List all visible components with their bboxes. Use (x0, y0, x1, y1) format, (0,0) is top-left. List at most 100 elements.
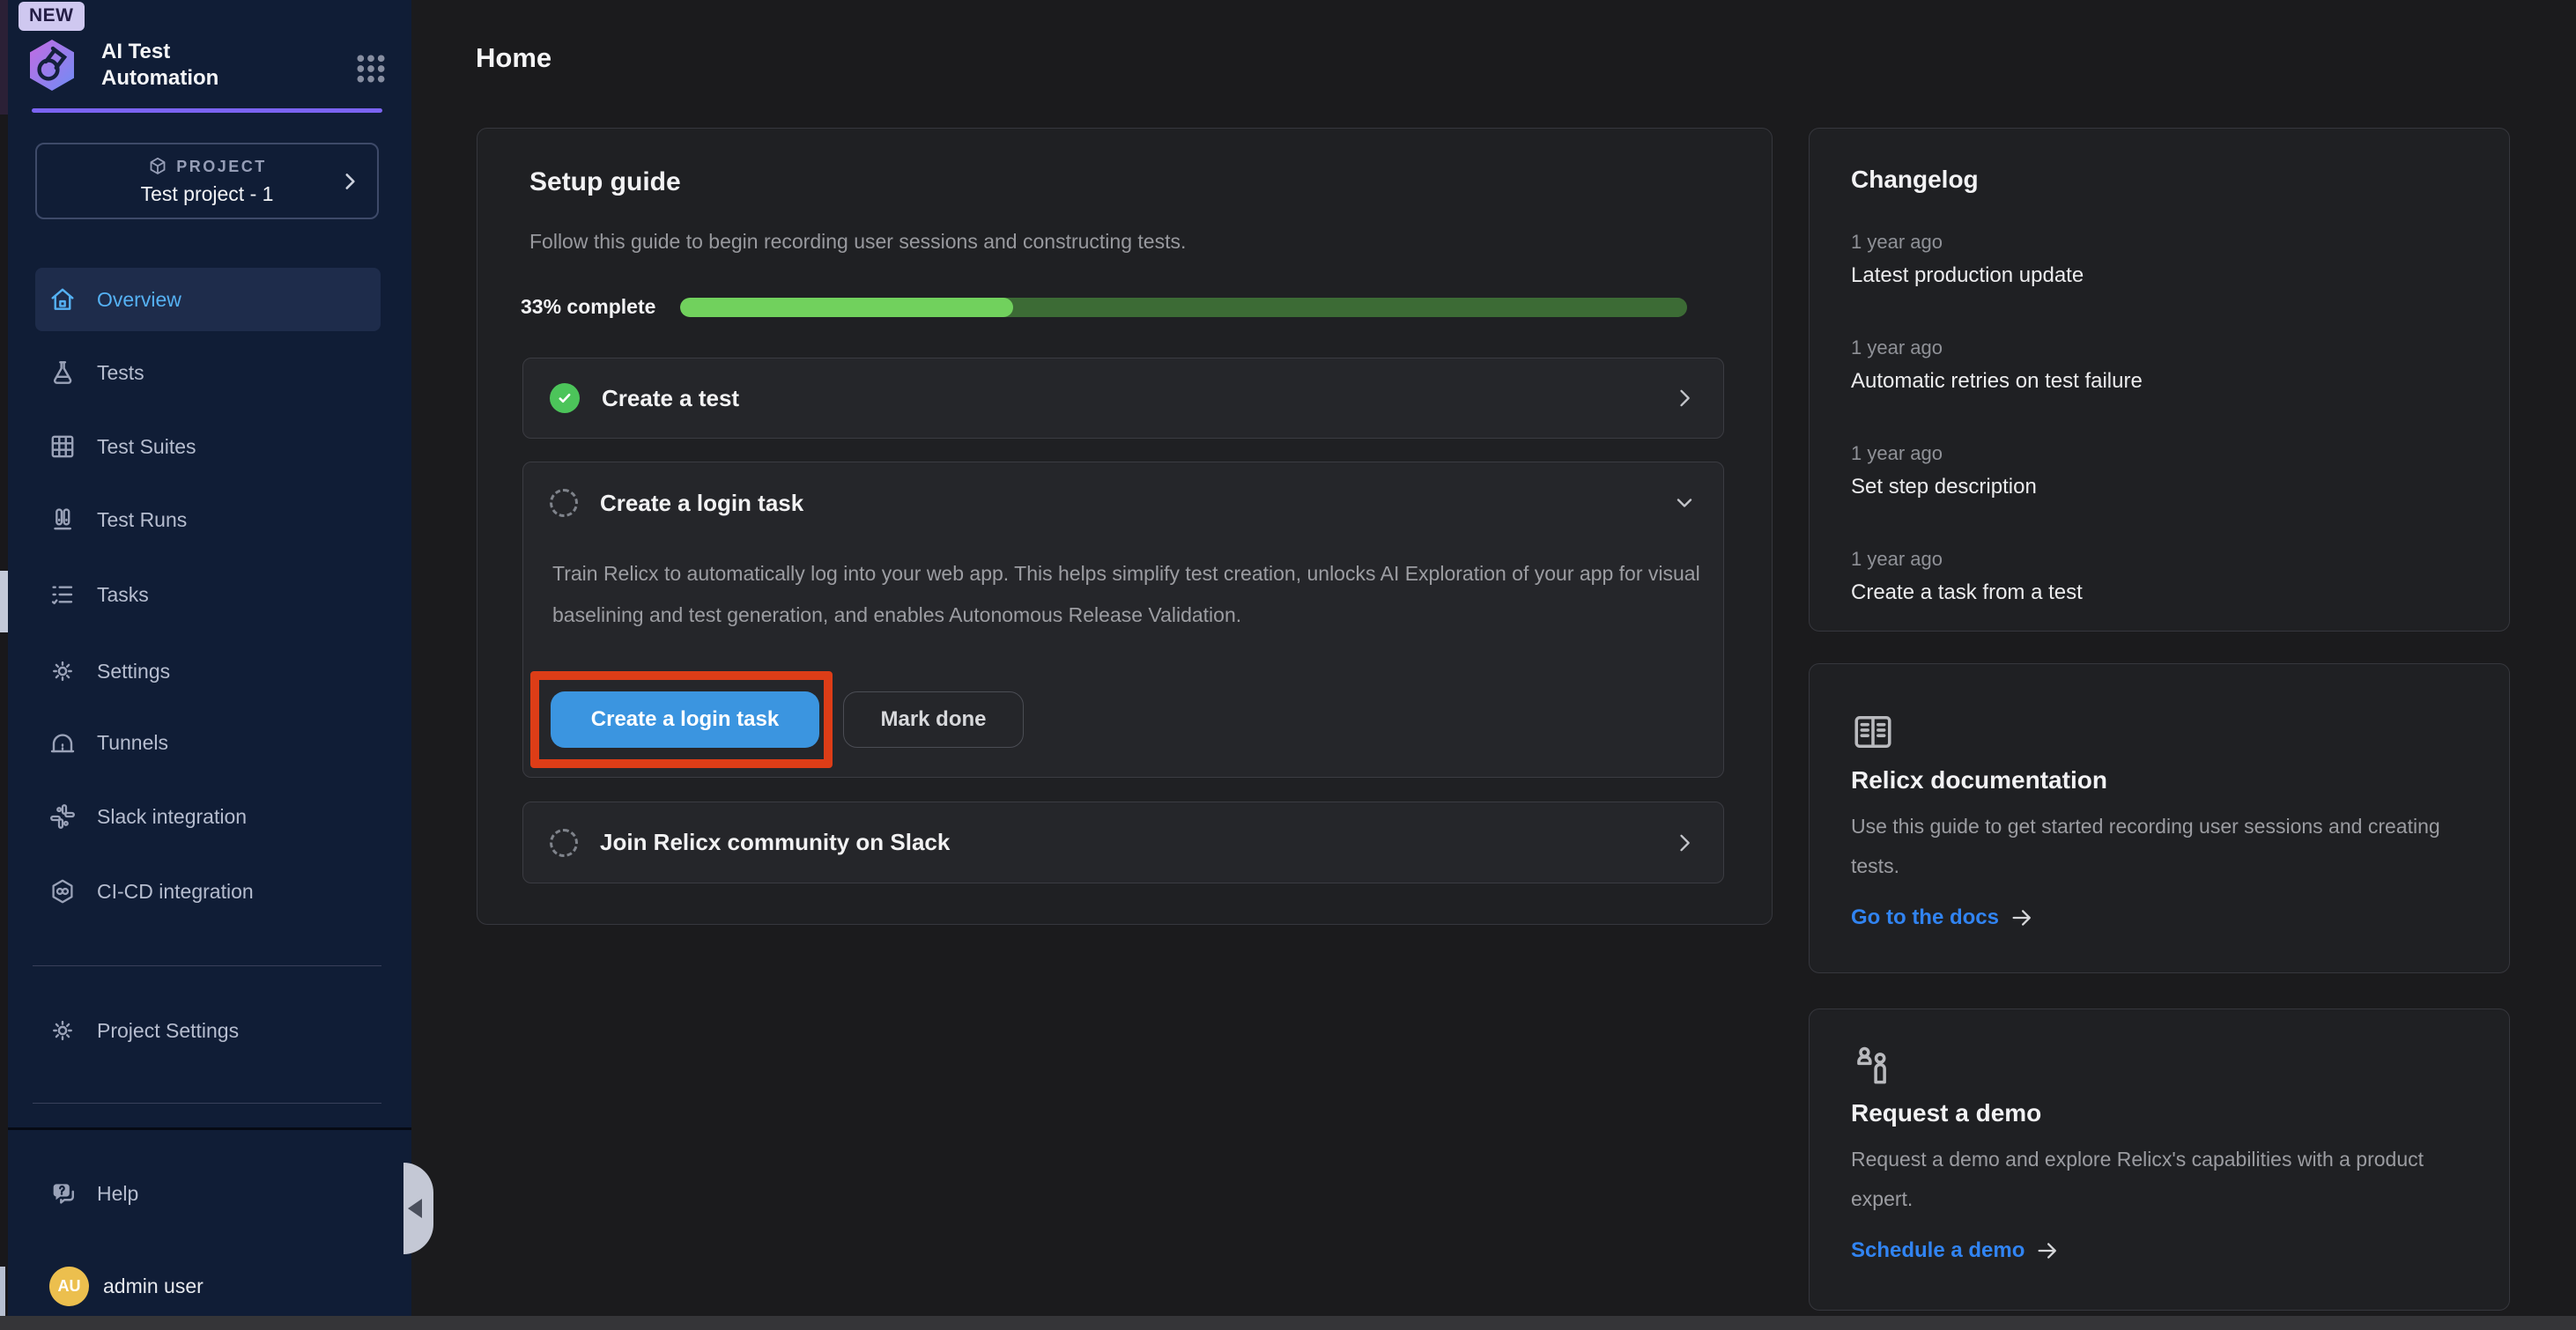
sidebar-item-slack-integration[interactable]: Slack integration (35, 785, 381, 848)
app-logo-icon (23, 33, 81, 97)
sidebar-item-help[interactable]: Help (35, 1162, 381, 1225)
help-chat-icon (48, 1179, 77, 1208)
sidebar-item-cicd-integration[interactable]: CI-CD integration (35, 860, 381, 923)
app-window: NEW AI Test Automatio (0, 0, 2576, 1330)
sidebar-item-label: Help (97, 1182, 138, 1206)
sidebar-item-project-settings[interactable]: Project Settings (35, 999, 381, 1062)
task-row-create-login-task[interactable]: Create a login task (523, 462, 1723, 543)
task-row-create-a-test[interactable]: Create a test (522, 358, 1724, 439)
documentation-card: Relicx documentation Use this guide to g… (1809, 663, 2510, 973)
brand: AI Test Automation (23, 33, 242, 97)
sidebar-divider (33, 965, 381, 966)
schedule-demo-link[interactable]: Schedule a demo (1851, 1238, 2468, 1263)
link-label: Schedule a demo (1851, 1238, 2025, 1263)
progress-label: 33% complete (521, 295, 655, 319)
changelog-time: 1 year ago (1851, 231, 2468, 254)
request-demo-card: Request a demo Request a demo and explor… (1809, 1009, 2510, 1311)
task-row-join-slack-community[interactable]: Join Relicx community on Slack (522, 802, 1724, 883)
avatar: AU (49, 1267, 89, 1306)
demo-body: Request a demo and explore Relicx's capa… (1851, 1140, 2468, 1219)
sidebar-item-tests[interactable]: Tests (35, 341, 381, 404)
changelog-entry[interactable]: 1 year ago Latest production update (1851, 231, 2468, 288)
chevron-left-icon (408, 1199, 422, 1218)
sidebar-item-tunnels[interactable]: Tunnels (35, 711, 381, 774)
project-label: PROJECT (176, 158, 267, 176)
sidebar-item-label: Tasks (97, 583, 149, 607)
gear-icon (48, 1016, 77, 1045)
chevron-right-icon (1672, 386, 1697, 410)
task-description: Train Relicx to automatically log into y… (552, 553, 1728, 636)
background-sliver-segment (0, 571, 8, 632)
sidebar-item-label: Tunnels (97, 731, 168, 755)
changelog-time: 1 year ago (1851, 336, 2468, 359)
sidebar-item-label: Settings (97, 660, 170, 683)
progress-bar (680, 298, 1687, 317)
chevron-right-icon (338, 170, 361, 193)
changelog-title: Changelog (1851, 166, 2468, 194)
sidebar-item-settings[interactable]: Settings (35, 639, 381, 703)
sidebar-item-label: Tests (97, 361, 144, 385)
changelog-text: Automatic retries on test failure (1851, 368, 2468, 394)
slack-icon (48, 802, 77, 831)
changelog-entry[interactable]: 1 year ago Automatic retries on test fai… (1851, 336, 2468, 394)
task-title: Create a test (602, 385, 1672, 412)
sidebar-seam (8, 1127, 411, 1130)
background-window-sliver (0, 0, 8, 1330)
task-panel-create-login-task: Create a login task Train Relicx to auto… (522, 462, 1724, 778)
sidebar: NEW AI Test Automatio (8, 0, 411, 1316)
changelog-entry[interactable]: 1 year ago Create a task from a test (1851, 548, 2468, 605)
sidebar-collapse-handle[interactable] (403, 1163, 433, 1254)
link-label: Go to the docs (1851, 905, 1999, 930)
mark-done-button[interactable]: Mark done (843, 691, 1024, 748)
changelog-time: 1 year ago (1851, 548, 2468, 571)
book-icon (1851, 710, 1895, 754)
sidebar-item-overview[interactable]: Overview (35, 268, 381, 331)
create-login-task-button[interactable]: Create a login task (551, 691, 819, 748)
chevron-down-icon (1672, 491, 1697, 515)
incomplete-circle-icon (550, 829, 578, 857)
home-icon (48, 285, 77, 314)
sidebar-item-test-runs[interactable]: Test Runs (35, 488, 381, 551)
check-circle-icon (550, 383, 580, 413)
documentation-body: Use this guide to get started recording … (1851, 807, 2468, 886)
changelog-text: Create a task from a test (1851, 580, 2468, 605)
horizontal-scrollbar[interactable] (0, 1316, 2576, 1330)
changelog-card: Changelog 1 year ago Latest production u… (1809, 128, 2510, 632)
incomplete-circle-icon (550, 489, 578, 517)
documentation-title: Relicx documentation (1851, 766, 2468, 794)
project-selector[interactable]: PROJECT Test project - 1 (35, 143, 379, 219)
go-to-docs-link[interactable]: Go to the docs (1851, 905, 2468, 930)
page-title: Home (476, 42, 551, 74)
new-badge: NEW (19, 2, 85, 31)
brand-divider (32, 108, 382, 113)
checklist-icon (48, 580, 77, 609)
sidebar-item-label: Project Settings (97, 1019, 239, 1043)
background-sliver-segment (0, 0, 8, 115)
changelog-entry[interactable]: 1 year ago Set step description (1851, 442, 2468, 499)
tunnel-icon (48, 728, 77, 757)
project-name: Test project - 1 (141, 182, 274, 206)
cube-icon (147, 156, 168, 177)
chevron-right-icon (1672, 831, 1697, 855)
sidebar-divider (33, 1103, 381, 1104)
app-switcher-grid-icon[interactable] (353, 51, 389, 86)
sidebar-item-label: Test Runs (97, 508, 187, 532)
cicd-icon (48, 877, 77, 905)
arrow-right-icon (2010, 905, 2034, 930)
user-menu[interactable]: AU admin user (42, 1267, 204, 1306)
flask-icon (48, 358, 77, 387)
sidebar-item-label: Slack integration (97, 805, 247, 829)
sidebar-item-tasks[interactable]: Tasks (35, 563, 381, 626)
setup-guide-card: Setup guide Follow this guide to begin r… (477, 128, 1773, 925)
changelog-text: Latest production update (1851, 262, 2468, 288)
changelog-time: 1 year ago (1851, 442, 2468, 465)
sidebar-item-test-suites[interactable]: Test Suites (35, 415, 381, 478)
task-title: Create a login task (600, 490, 1672, 517)
setup-guide-subtitle: Follow this guide to begin recording use… (529, 230, 1186, 254)
arrow-right-icon (2035, 1238, 2060, 1263)
user-name: admin user (103, 1275, 204, 1298)
grid-icon (48, 432, 77, 461)
columns-icon (48, 506, 77, 534)
task-title: Join Relicx community on Slack (600, 829, 1672, 856)
gear-icon (48, 657, 77, 685)
